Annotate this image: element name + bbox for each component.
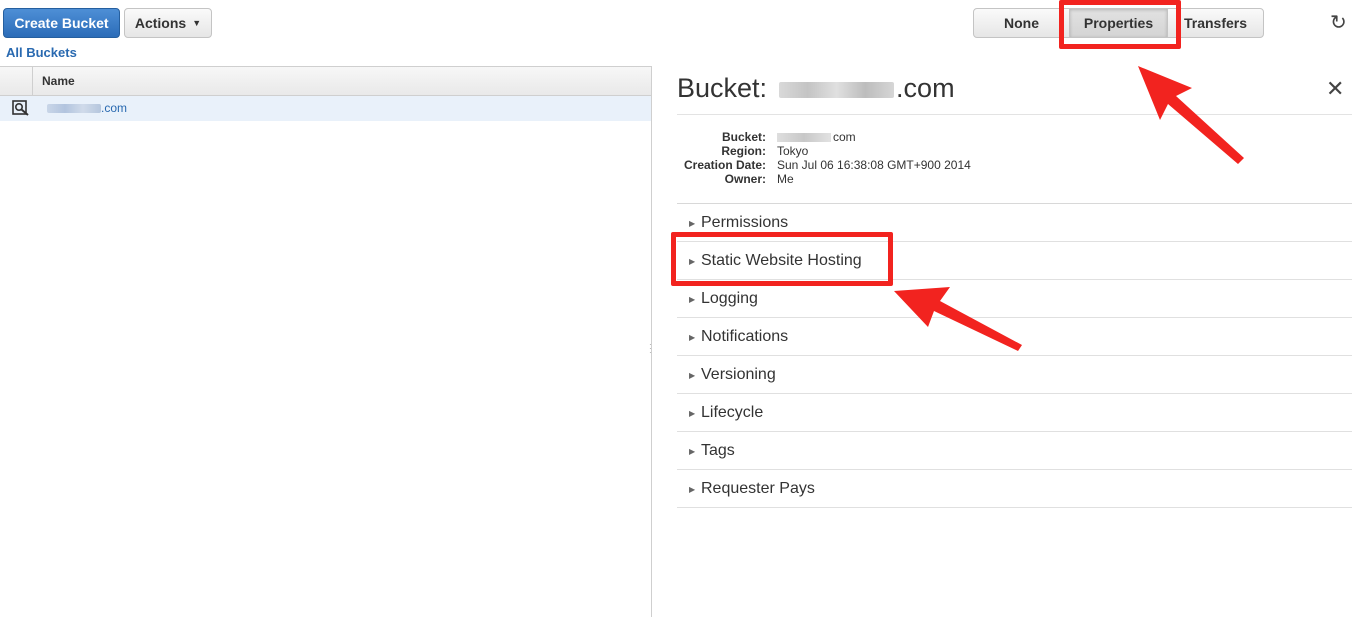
view-transfers-button[interactable]: Transfers xyxy=(1167,8,1264,38)
section-notifications[interactable]: ▶ Notifications xyxy=(677,318,1352,356)
creation-date-value: Sun Jul 06 16:38:08 GMT+900 2014 xyxy=(777,158,971,172)
expand-triangle-icon: ▶ xyxy=(689,219,696,228)
refresh-icon[interactable]: ↻ xyxy=(1330,10,1347,35)
bucket-redacted xyxy=(777,133,831,143)
expand-triangle-icon: ▶ xyxy=(689,295,696,304)
title-suffix: .com xyxy=(896,73,955,103)
view-none-button[interactable]: None xyxy=(973,8,1070,38)
actions-dropdown[interactable]: Actions ▼ xyxy=(124,8,212,38)
chevron-down-icon: ▼ xyxy=(192,18,202,28)
section-requester-pays[interactable]: ▶ Requester Pays xyxy=(677,470,1352,508)
section-label: Permissions xyxy=(701,214,789,231)
bucket-name-redacted xyxy=(47,104,101,113)
bucket-magnifier-icon[interactable] xyxy=(12,100,30,116)
section-label: Static Website Hosting xyxy=(701,252,862,269)
bucket-list-pane: Name .com xyxy=(0,66,652,617)
bucket-name-link[interactable]: .com xyxy=(101,101,127,115)
column-header-name[interactable]: Name xyxy=(42,74,75,88)
section-label: Tags xyxy=(701,442,735,459)
title-prefix: Bucket: xyxy=(677,73,768,103)
region-value: Tokyo xyxy=(777,144,809,158)
expand-triangle-icon: ▶ xyxy=(689,333,696,342)
creation-date-label: Creation Date: xyxy=(683,158,766,172)
region-label: Region: xyxy=(721,144,766,158)
table-row[interactable]: .com xyxy=(0,96,652,121)
section-label: Logging xyxy=(701,290,758,307)
section-label: Lifecycle xyxy=(701,404,764,421)
owner-value: Me xyxy=(777,172,794,186)
bucket-value: com xyxy=(777,130,856,144)
table-header: Name xyxy=(0,67,652,96)
close-icon[interactable]: ✕ xyxy=(1326,76,1344,102)
owner-label: Owner: xyxy=(724,172,766,186)
expand-triangle-icon: ▶ xyxy=(689,485,696,494)
expand-triangle-icon: ▶ xyxy=(689,371,696,380)
section-label: Requester Pays xyxy=(701,480,815,497)
view-properties-button[interactable]: Properties xyxy=(1069,8,1168,38)
expand-triangle-icon: ▶ xyxy=(689,409,696,418)
actions-label: Actions xyxy=(134,15,187,31)
section-versioning[interactable]: ▶ Versioning xyxy=(677,356,1352,394)
select-column-header xyxy=(0,67,33,95)
title-redacted xyxy=(779,81,895,98)
create-bucket-button[interactable]: Create Bucket xyxy=(3,8,120,38)
breadcrumb-all-buckets[interactable]: All Buckets xyxy=(6,45,77,60)
section-label: Notifications xyxy=(701,328,789,345)
section-label: Versioning xyxy=(701,366,776,383)
bucket-info: Bucket: com Region: Tokyo Creation Date:… xyxy=(677,114,1352,204)
section-lifecycle[interactable]: ▶ Lifecycle xyxy=(677,394,1352,432)
section-tags[interactable]: ▶ Tags xyxy=(677,432,1352,470)
section-static-website-hosting[interactable]: ▶ Static Website Hosting xyxy=(677,242,1352,280)
expand-triangle-icon: ▶ xyxy=(689,257,696,266)
section-logging[interactable]: ▶ Logging xyxy=(677,280,1352,318)
expand-triangle-icon: ▶ xyxy=(689,447,696,456)
splitter-grip-icon[interactable]: · · · xyxy=(649,341,654,357)
section-permissions[interactable]: ▶ Permissions xyxy=(677,204,1352,242)
bucket-label: Bucket: xyxy=(721,130,766,144)
page-title: Bucket: .com xyxy=(677,73,955,104)
